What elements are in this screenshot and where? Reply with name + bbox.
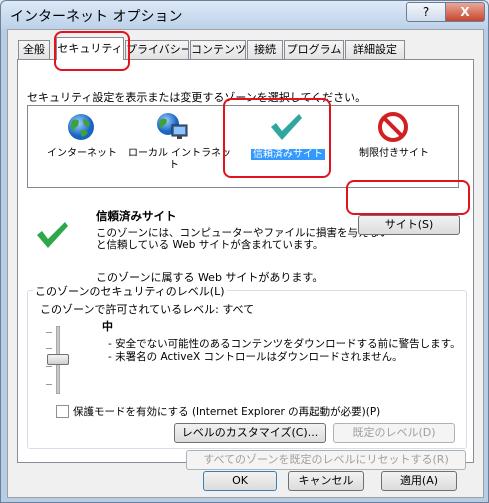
annotation-highlight-tab bbox=[54, 31, 130, 71]
level-description-2: - 未署名の ActiveX コントロールはダウンロードされません。 bbox=[108, 351, 403, 363]
zone-label-local-intranet-line2: ト bbox=[169, 160, 179, 171]
title-bar[interactable]: インターネット オプション ? X bbox=[1, 1, 488, 29]
slider-tick bbox=[46, 384, 52, 385]
cancel-button[interactable]: キャンセル bbox=[288, 471, 364, 491]
tab-connections[interactable]: 接続 bbox=[247, 40, 283, 59]
slider-thumb[interactable] bbox=[47, 354, 69, 365]
zone-label-restricted-sites: 制限付きサイト bbox=[359, 148, 429, 159]
zone-item-local-intranet[interactable]: ローカル イントラネッ ト bbox=[128, 110, 232, 182]
internet-options-window: インターネット オプション ? X 全般 セキュリティ プライバシー コンテンツ… bbox=[0, 0, 489, 503]
ok-button[interactable]: OK bbox=[203, 471, 277, 491]
reset-all-zones-button[interactable]: すべてのゾーンを既定のレベルにリセットする(R) bbox=[186, 450, 466, 470]
zone-check-icon bbox=[37, 222, 68, 248]
allowed-levels-text: このゾーンで許可されているレベル: すべて bbox=[40, 303, 255, 316]
zone-description-line2: と信頼している Web サイトが含まれています。 bbox=[96, 239, 324, 251]
level-name: 中 bbox=[102, 320, 113, 333]
intranet-icon bbox=[157, 113, 188, 139]
annotation-highlight-sites bbox=[346, 180, 470, 215]
close-button[interactable]: X bbox=[445, 2, 485, 22]
tab-advanced[interactable]: 詳細設定 bbox=[345, 40, 405, 59]
tab-privacy[interactable]: プライバシー bbox=[125, 40, 189, 59]
annotation-highlight-zone bbox=[223, 98, 331, 178]
zone-item-restricted-sites[interactable]: 制限付きサイト bbox=[350, 110, 440, 182]
tab-programs[interactable]: プログラム bbox=[284, 40, 344, 59]
security-level-group-label: このゾーンのセキュリティのレベル(L) bbox=[33, 283, 227, 299]
zone-label-internet: インターネット bbox=[47, 148, 117, 159]
custom-level-button[interactable]: レベルのカスタマイズ(C)... bbox=[174, 423, 326, 443]
sites-button[interactable]: サイト(S) bbox=[358, 215, 460, 235]
restricted-icon bbox=[378, 112, 408, 142]
protected-mode-checkbox[interactable] bbox=[56, 405, 69, 418]
tab-general[interactable]: 全般 bbox=[18, 40, 50, 59]
security-level-slider[interactable] bbox=[46, 326, 70, 396]
zone-title: 信頼済みサイト bbox=[96, 209, 177, 223]
zone-item-internet[interactable]: インターネット bbox=[47, 110, 117, 180]
zone-label-local-intranet: ローカル イントラネッ bbox=[128, 148, 232, 159]
apply-button[interactable]: 適用(A) bbox=[381, 471, 457, 491]
help-button[interactable]: ? bbox=[406, 2, 446, 22]
tab-content[interactable]: コンテンツ bbox=[190, 40, 246, 59]
window-title: インターネット オプション bbox=[10, 9, 183, 25]
protected-mode-label: 保護モードを有効にする (Internet Explorer の再起動が必要)(… bbox=[73, 406, 381, 418]
default-level-button[interactable]: 既定のレベル(D) bbox=[333, 423, 455, 443]
security-level-group: このゾーンのセキュリティのレベル(L) このゾーンで許可されているレベル: すべ… bbox=[27, 283, 467, 449]
slider-tick bbox=[46, 332, 52, 333]
slider-tick bbox=[46, 348, 52, 349]
slider-tick bbox=[46, 366, 52, 367]
globe-icon bbox=[68, 114, 94, 140]
